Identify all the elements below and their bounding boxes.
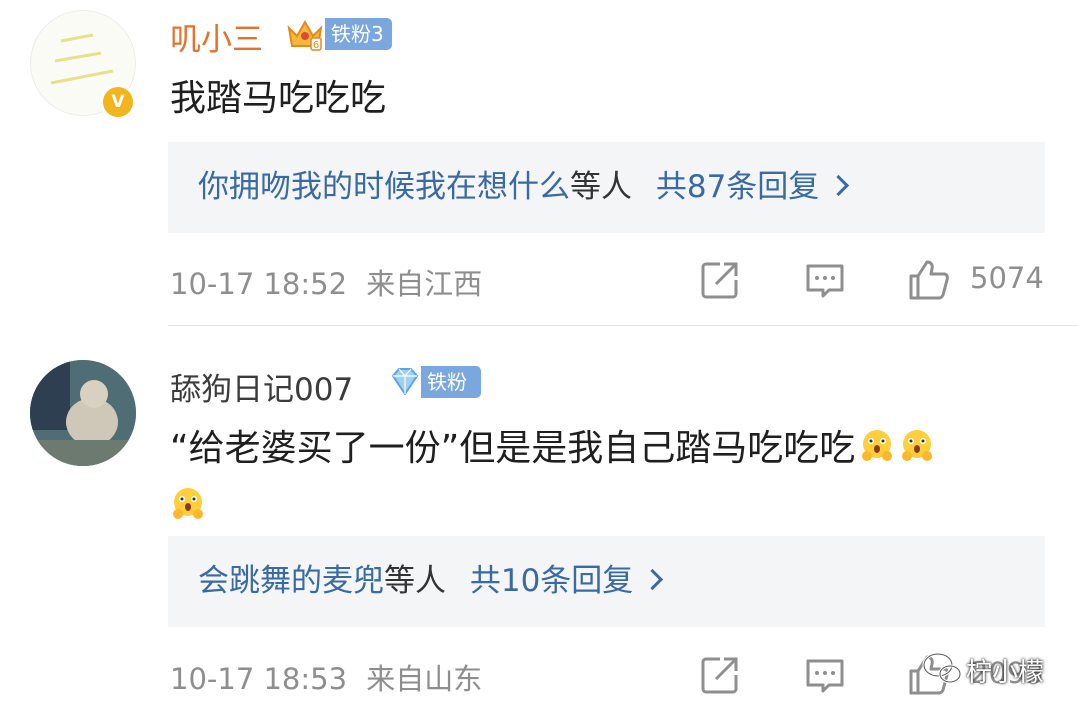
share-icon[interactable] (698, 258, 742, 302)
svg-text:6: 6 (313, 40, 319, 51)
comment-time: 10-17 18:53 (170, 662, 348, 696)
comment-meta: 10-17 18:53 来自山东 (170, 656, 482, 698)
comment-text: “给老婆买了一份”但是是我自己踏马吃吃吃 (170, 420, 1050, 536)
fan-badge[interactable]: 6 铁粉3 (285, 18, 393, 51)
comment-item: V 叽小三 6 铁粉3 我踏马吃吃吃 你拥吻我的时候我在想什么等人 共87条回复… (0, 0, 1078, 325)
reply-count[interactable]: 共87条回复 (656, 169, 819, 205)
comment-text: 我踏马吃吃吃 (170, 78, 387, 119)
hugging-emoji-icon (902, 430, 933, 461)
fan-badge[interactable]: 铁粉1 (385, 366, 481, 426)
reply-names[interactable]: 会跳舞的麦兜 (198, 563, 384, 599)
comment-item: 舔狗日记007 铁粉1 “给老婆买了一份”但是是我自己踏马吃吃吃 会跳舞的麦兜等… (0, 326, 1078, 714)
comment-time: 10-17 18:52 (170, 267, 348, 301)
avatar-image (30, 360, 136, 466)
comment-meta: 10-17 18:52 来自江西 (170, 261, 482, 303)
verified-icon: V (100, 84, 136, 120)
avatar[interactable] (30, 360, 136, 466)
replies-summary[interactable]: 你拥吻我的时候我在想什么等人 共87条回复 (168, 142, 1045, 233)
comment-location: 来自江西 (366, 267, 483, 301)
hugging-emoji-icon (862, 430, 893, 461)
username[interactable]: 舔狗日记007 (170, 364, 353, 409)
chevron-right-icon (828, 174, 850, 197)
comment-icon[interactable] (803, 258, 847, 302)
fan-badge-label: 铁粉3 (325, 18, 392, 50)
comment-text-body: “给老婆买了一份”但是是我自己踏马吃吃吃 (170, 428, 856, 469)
reply-names[interactable]: 你拥吻我的时候我在想什么 (198, 169, 570, 205)
share-icon[interactable] (698, 653, 742, 697)
reply-suffix: 等人 (570, 169, 632, 205)
like-count: 5074 (970, 261, 1044, 295)
comment-location: 来自山东 (366, 662, 483, 696)
crown-icon: 6 (287, 19, 323, 51)
hugging-emoji-icon (173, 488, 203, 519)
replies-summary[interactable]: 会跳舞的麦兜等人 共10条回复 (168, 536, 1045, 627)
chevron-right-icon (642, 568, 664, 591)
username[interactable]: 叽小三 (170, 14, 263, 59)
diamond-icon (392, 368, 418, 395)
watermark-text: 柠小檬 (966, 658, 1045, 688)
reply-suffix: 等人 (384, 563, 446, 599)
like-icon[interactable] (907, 258, 951, 302)
comment-icon[interactable] (803, 653, 847, 697)
reply-count[interactable]: 共10条回复 (470, 563, 633, 599)
fan-badge-label: 铁粉1 (421, 366, 481, 426)
